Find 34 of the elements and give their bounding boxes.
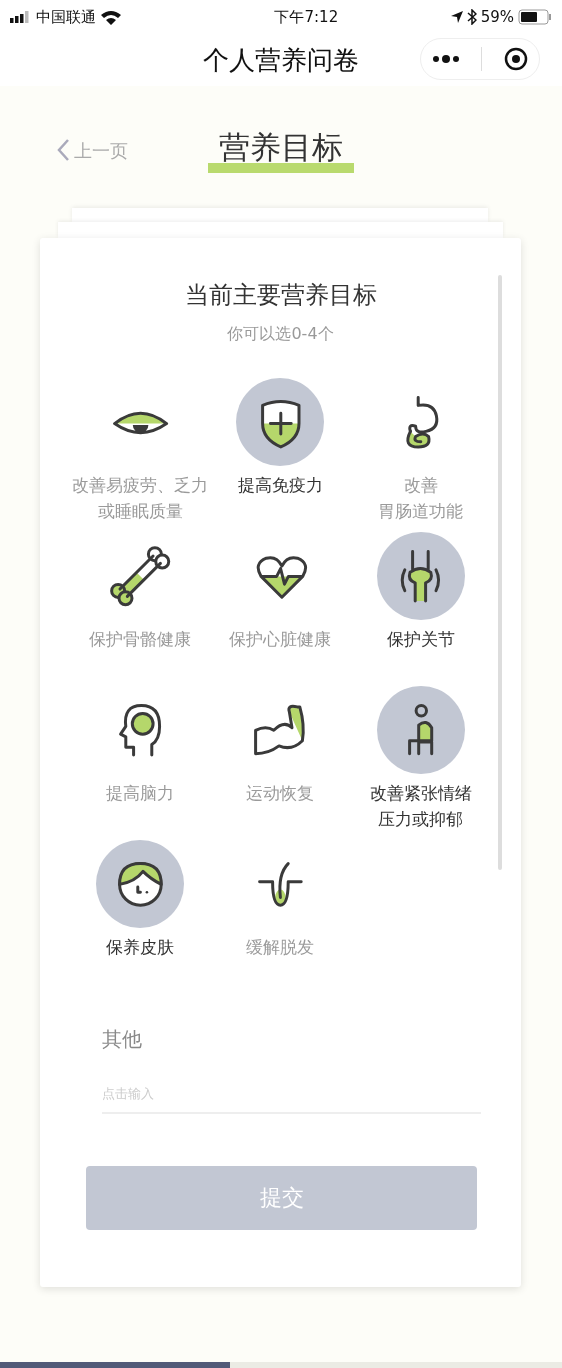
bluetooth-icon — [466, 9, 477, 25]
section-title: 营养目标 — [219, 132, 343, 163]
question-title: 当前主要营养目标 — [183, 281, 378, 309]
head-icon — [118, 702, 163, 758]
battery-percent-text: 59% — [480, 6, 514, 28]
goal-option[interactable]: 缓解脱发 — [210, 840, 351, 986]
goal-option[interactable]: 提高脑力 — [70, 686, 211, 832]
chevron-left-icon — [56, 138, 70, 162]
goal-option[interactable]: 改善易疲劳、乏力 或睡眠质量 — [70, 378, 211, 524]
more-icon[interactable] — [431, 54, 462, 64]
goal-option[interactable]: 保护骨骼健康 — [70, 532, 211, 678]
goal-option[interactable]: 保养皮肤 — [70, 840, 211, 986]
other-label: 其他 — [102, 1026, 143, 1053]
page-title: 个人营养问卷 — [203, 43, 359, 77]
wifi-icon — [100, 9, 122, 25]
goal-option[interactable]: 改善紧张情绪 压力或抑郁 — [350, 686, 491, 832]
close-icon[interactable] — [502, 46, 529, 72]
back-link[interactable]: 上一页 — [56, 132, 128, 168]
carrier-text: 中国联通 — [36, 6, 96, 28]
goal-option[interactable]: 保护关节 — [350, 532, 491, 678]
clock-text: 下午7:12 — [274, 6, 339, 28]
arm-icon — [253, 703, 308, 757]
sitting-person-icon — [407, 703, 435, 757]
face-icon — [116, 860, 164, 908]
goal-option[interactable]: 改善 胃肠道功能 — [350, 378, 491, 524]
question-hint: 你可以选0-4个 — [226, 323, 335, 345]
goal-option[interactable]: 保护心脏健康 — [210, 532, 351, 678]
signal-icon — [10, 11, 32, 23]
goal-option[interactable]: 运动恢复 — [210, 686, 351, 832]
hair-follicle-icon — [257, 860, 304, 908]
bone-icon — [108, 544, 172, 608]
location-arrow-icon — [450, 11, 463, 23]
battery-icon — [518, 9, 552, 25]
goal-option[interactable]: 提高免疫力 — [210, 378, 351, 524]
